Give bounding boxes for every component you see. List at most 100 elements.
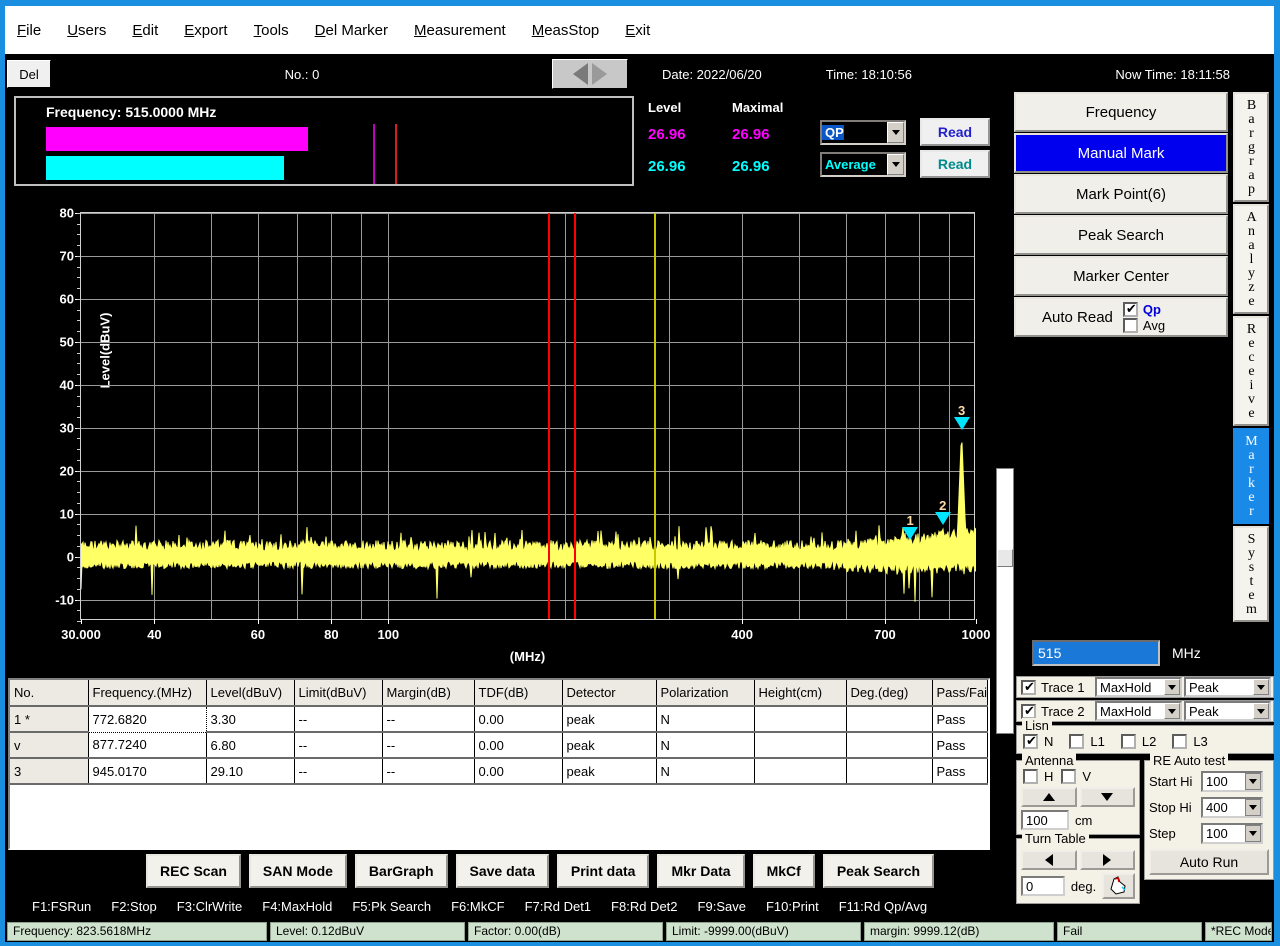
table-column-header[interactable]: Pass/Fail — [932, 680, 988, 706]
start-hi-select[interactable]: 100 — [1201, 771, 1263, 792]
fkey-f2[interactable]: F2:Stop — [111, 899, 157, 914]
turntable-left-button[interactable] — [1021, 850, 1077, 870]
auto-read-qp-row[interactable]: Qp — [1123, 302, 1165, 317]
table-column-header[interactable]: No. — [10, 680, 88, 706]
sidebar-button-frequency[interactable]: Frequency — [1014, 92, 1228, 132]
table-cell-polarization[interactable]: N — [656, 732, 754, 758]
trace-1-checkbox[interactable]: Trace 1 — [1017, 680, 1095, 695]
measurement-table[interactable]: No.Frequency.(MHz)Level(dBuV)Limit(dBuV)… — [8, 678, 990, 850]
table-cell-height[interactable] — [754, 706, 846, 732]
menu-item-exit[interactable]: Exit — [625, 22, 650, 39]
table-cell-polarization[interactable]: N — [656, 758, 754, 784]
red-cursor-1[interactable] — [548, 213, 550, 619]
toolbar-button-save-data[interactable]: Save data — [456, 854, 549, 888]
tab-bargrap[interactable]: Bargrap — [1233, 92, 1269, 202]
table-cell-tdf[interactable]: 0.00 — [474, 706, 562, 732]
chevron-down-icon[interactable] — [1245, 773, 1261, 790]
chevron-down-icon[interactable] — [1253, 679, 1269, 695]
menu-item-measstop[interactable]: MeasStop — [532, 22, 600, 39]
table-cell-limit[interactable]: -- — [294, 758, 382, 784]
table-row[interactable]: 1 *772.68203.30----0.00peakNPass — [10, 706, 988, 732]
hand-cursor-button[interactable] — [1102, 873, 1135, 899]
table-cell-no[interactable]: 3 — [10, 758, 88, 784]
table-column-header[interactable]: Frequency.(MHz) — [88, 680, 206, 706]
sidebar-button-manual-mark[interactable]: Manual Mark — [1014, 133, 1228, 173]
table-cell-frequency[interactable]: 945.0170 — [88, 758, 206, 784]
fkey-f4[interactable]: F4:MaxHold — [262, 899, 332, 914]
fkey-f1[interactable]: F1:FSRun — [32, 899, 91, 914]
start-hi-row[interactable]: Start Hi 100 — [1149, 771, 1269, 792]
auto-run-button[interactable]: Auto Run — [1149, 849, 1269, 875]
sidebar-button-marker-center[interactable]: Marker Center — [1014, 256, 1228, 296]
table-row[interactable]: 3945.017029.10----0.00peakNPass — [10, 758, 988, 784]
turntable-degree-row[interactable]: 0 deg. — [1021, 873, 1135, 899]
toolbar-button-peak-search[interactable]: Peak Search — [823, 854, 934, 888]
table-column-header[interactable]: Detector — [562, 680, 656, 706]
chevron-down-icon[interactable] — [1245, 799, 1261, 816]
table-column-header[interactable]: Limit(dBuV) — [294, 680, 382, 706]
step-row[interactable]: Step 100 — [1149, 823, 1269, 844]
table-cell-result[interactable]: Pass — [932, 758, 988, 784]
checkbox-icon[interactable] — [1123, 302, 1138, 317]
chart-vertical-scrollbar[interactable] — [996, 468, 1014, 734]
chart-marker-3[interactable]: 3 — [954, 405, 970, 430]
table-cell-frequency[interactable]: 877.7240 — [88, 732, 206, 758]
table-cell-margin[interactable]: -- — [382, 706, 474, 732]
toolbar-button-rec-scan[interactable]: REC Scan — [146, 854, 241, 888]
menu-item-edit[interactable]: Edit — [132, 22, 158, 39]
table-cell-level[interactable]: 29.10 — [206, 758, 294, 784]
table-cell-deg[interactable] — [846, 706, 932, 732]
table-column-header[interactable]: Level(dBuV) — [206, 680, 294, 706]
menu-item-users[interactable]: Users — [67, 22, 106, 39]
fkey-f5[interactable]: F5:Pk Search — [352, 899, 431, 914]
turntable-rotate-buttons[interactable] — [1021, 850, 1135, 870]
detector-1-select[interactable]: QP — [820, 120, 906, 145]
chevron-down-icon[interactable] — [887, 122, 904, 143]
chevron-down-icon[interactable] — [1164, 703, 1180, 719]
trace-1-detector-select[interactable]: Peak — [1184, 677, 1271, 697]
table-cell-tdf[interactable]: 0.00 — [474, 732, 562, 758]
table-cell-height[interactable] — [754, 758, 846, 784]
red-cursor-2[interactable] — [574, 213, 576, 619]
menu-item-export[interactable]: Export — [184, 22, 227, 39]
menu-item-measurement[interactable]: Measurement — [414, 22, 506, 39]
fkey-f9[interactable]: F9:Save — [698, 899, 746, 914]
chevron-down-icon[interactable] — [1245, 825, 1261, 842]
table-cell-result[interactable]: Pass — [932, 732, 988, 758]
table-cell-frequency[interactable]: 772.6820 — [88, 706, 206, 732]
table-cell-margin[interactable]: -- — [382, 758, 474, 784]
table-cell-detector[interactable]: peak — [562, 758, 656, 784]
fkey-f11[interactable]: F11:Rd Qp/Avg — [839, 899, 927, 914]
read-qp-button[interactable]: Read — [920, 118, 990, 146]
table-cell-height[interactable] — [754, 732, 846, 758]
tab-analyze[interactable]: Analyze — [1233, 204, 1269, 314]
toolbar-button-mkcf[interactable]: MkCf — [753, 854, 815, 888]
trace-2-mode-select[interactable]: MaxHold — [1095, 701, 1182, 721]
tab-marker[interactable]: Marker — [1233, 428, 1269, 524]
checkbox-icon[interactable] — [1061, 769, 1076, 784]
table-column-header[interactable]: Height(cm) — [754, 680, 846, 706]
tab-receive[interactable]: Receive — [1233, 316, 1269, 426]
antenna-height-buttons[interactable] — [1021, 787, 1135, 807]
checkbox-icon[interactable] — [1172, 734, 1187, 749]
turntable-right-button[interactable] — [1080, 850, 1136, 870]
stop-hi-row[interactable]: Stop Hi 400 — [1149, 797, 1269, 818]
chart-marker-2[interactable]: 2 — [935, 500, 951, 525]
antenna-up-button[interactable] — [1021, 787, 1077, 807]
trace-1-row[interactable]: Trace 1 MaxHold Peak — [1016, 676, 1274, 698]
marker-frequency-entry[interactable]: 515 MHz — [1032, 638, 1232, 668]
menu-item-file[interactable]: File — [17, 22, 41, 39]
checkbox-icon[interactable] — [1123, 318, 1138, 333]
prev-record-icon[interactable] — [573, 63, 588, 85]
table-cell-detector[interactable]: peak — [562, 732, 656, 758]
auto-read-control[interactable]: Auto ReadQpAvg — [1014, 297, 1228, 337]
tab-system[interactable]: System — [1233, 526, 1269, 622]
table-cell-no[interactable]: 1 * — [10, 706, 88, 732]
mode-tab-strip[interactable]: BargrapAnalyzeReceiveMarkerSystem — [1233, 92, 1275, 562]
checkbox-icon[interactable] — [1021, 704, 1036, 719]
checkbox-icon[interactable] — [1121, 734, 1136, 749]
fkey-f7[interactable]: F7:Rd Det1 — [525, 899, 591, 914]
antenna-height-input[interactable]: 100 — [1021, 810, 1069, 830]
next-record-icon[interactable] — [592, 63, 607, 85]
chart-marker-1[interactable]: 1 — [902, 515, 918, 540]
